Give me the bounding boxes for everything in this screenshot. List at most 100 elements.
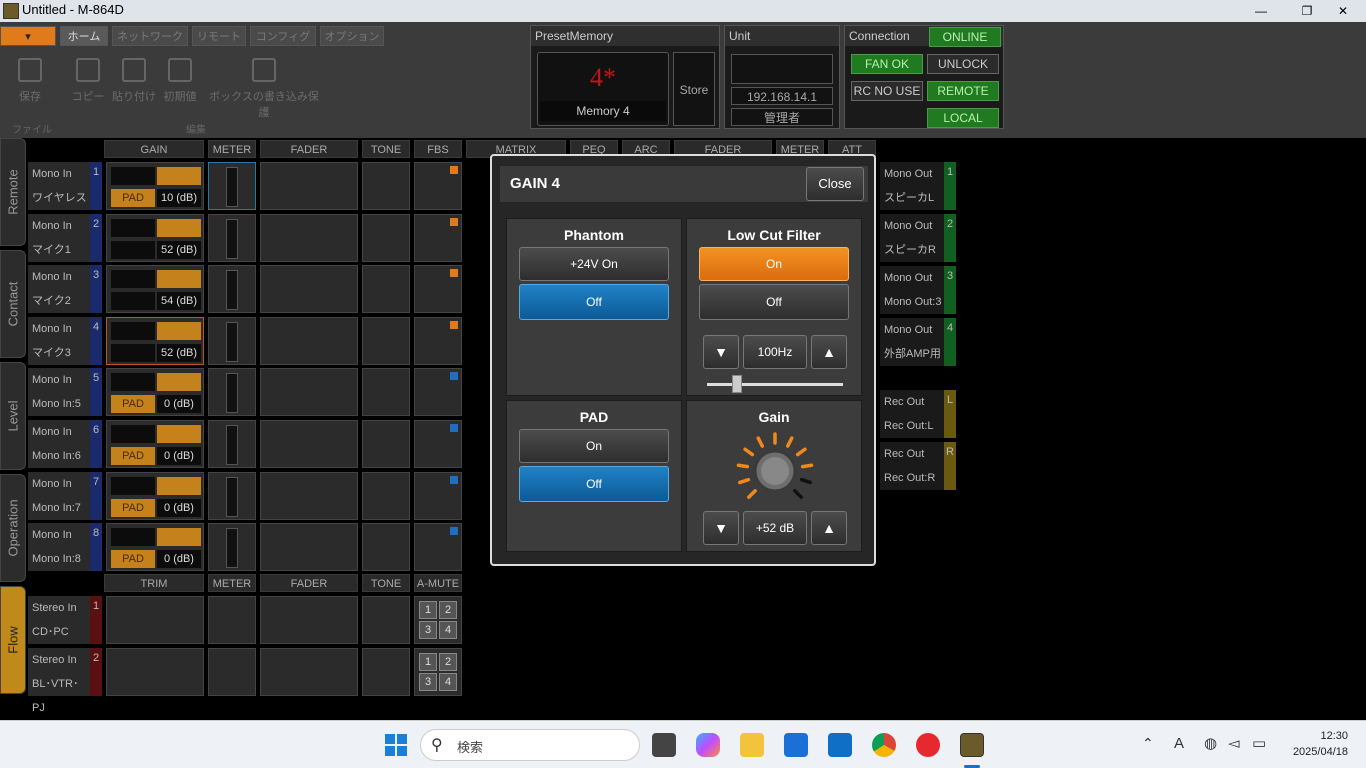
input-fader-cell[interactable] [260, 523, 358, 572]
input-channel-label[interactable]: Mono In Mono In:8 8 [28, 523, 102, 572]
input-channel-label[interactable]: Mono In Mono In:7 7 [28, 471, 102, 520]
amute-button[interactable]: 1 [419, 653, 437, 671]
input-tone-cell[interactable] [362, 420, 410, 468]
input-tone-cell[interactable] [362, 471, 410, 520]
clock-date[interactable]: 2025/04/18 [1282, 746, 1348, 758]
input-meter-cell[interactable] [208, 368, 256, 417]
side-tab-remote[interactable]: Remote [0, 138, 26, 246]
minimize-button[interactable]: — [1238, 0, 1284, 22]
output-channel-label[interactable]: Mono Out 外部AMP用 4 [880, 318, 956, 366]
gain-up-button[interactable]: ▲ [811, 511, 847, 545]
input-gain-cell[interactable]: PAD 0 (dB) [106, 471, 204, 520]
input-fbs-cell[interactable] [414, 265, 462, 314]
remote-button[interactable]: REMOTE [927, 81, 999, 101]
stereo-tone-cell[interactable] [362, 648, 410, 696]
stereo-meter-cell[interactable] [208, 596, 256, 644]
stereo-meter-cell[interactable] [208, 648, 256, 696]
copilot-icon[interactable] [696, 733, 720, 757]
amute-button[interactable]: 4 [439, 621, 457, 639]
local-button[interactable]: LOCAL [927, 108, 999, 128]
lowcut-up-button[interactable]: ▲ [811, 335, 847, 369]
stereo-fader-cell[interactable] [260, 596, 358, 644]
unit-display[interactable] [731, 54, 833, 84]
output-channel-label[interactable]: Rec Out Rec Out:L L [880, 390, 956, 438]
task-view-icon[interactable] [652, 733, 676, 757]
input-tone-cell[interactable] [362, 213, 410, 262]
input-fader-cell[interactable] [260, 316, 358, 365]
preset-display[interactable]: 4* Memory 4 [537, 52, 669, 126]
input-tone-cell[interactable] [362, 523, 410, 572]
lowcut-slider-thumb[interactable] [731, 375, 742, 393]
tab-options[interactable]: オプション [320, 26, 384, 46]
start-button[interactable] [384, 733, 408, 757]
tab-home[interactable]: ホーム [60, 26, 108, 46]
output-channel-label[interactable]: Mono Out スピーカR 2 [880, 214, 956, 262]
ime-indicator[interactable]: A [1174, 735, 1184, 752]
output-channel-label[interactable]: Rec Out Rec Out:R R [880, 442, 956, 490]
pad-off-button[interactable]: Off [519, 466, 669, 502]
input-meter-cell[interactable] [208, 316, 256, 365]
amute-button[interactable]: 2 [439, 653, 457, 671]
input-meter-cell[interactable] [208, 420, 256, 468]
input-channel-label[interactable]: Mono In マイク2 3 [28, 265, 102, 314]
input-fader-cell[interactable] [260, 471, 358, 520]
stereo-amute-cell[interactable]: 1234 [414, 648, 462, 696]
save-button[interactable]: 保存 [6, 58, 54, 104]
paste-button[interactable]: 貼り付け [110, 58, 158, 104]
stereo-amute-cell[interactable]: 1234 [414, 596, 462, 644]
input-gain-cell[interactable]: PAD 0 (dB) [106, 420, 204, 468]
clock-time[interactable]: 12:30 [1306, 730, 1348, 742]
tab-config[interactable]: コンフィグ [250, 26, 316, 46]
stereo-channel-label[interactable]: Stereo In BL･VTR･PJ 2 [28, 648, 102, 714]
chrome-icon[interactable] [872, 733, 896, 757]
output-channel-label[interactable]: Mono Out スピーカL 1 [880, 162, 956, 210]
input-fbs-cell[interactable] [414, 368, 462, 417]
stereo-trim-cell[interactable] [106, 648, 204, 696]
input-fbs-cell[interactable] [414, 523, 462, 572]
input-fader-cell[interactable] [260, 265, 358, 314]
input-tone-cell[interactable] [362, 368, 410, 417]
input-gain-cell[interactable]: PAD 0 (dB) [106, 368, 204, 417]
input-fbs-cell[interactable] [414, 316, 462, 365]
input-fbs-cell[interactable] [414, 162, 462, 210]
input-gain-cell[interactable]: 52 (dB) [106, 316, 204, 365]
side-tab-flow[interactable]: Flow [0, 586, 26, 694]
copy-button[interactable]: コピー [64, 58, 112, 104]
input-gain-cell[interactable]: 54 (dB) [106, 265, 204, 314]
side-tab-contact[interactable]: Contact [0, 250, 26, 358]
input-gain-cell[interactable]: PAD 10 (dB) [106, 162, 204, 210]
input-fbs-cell[interactable] [414, 471, 462, 520]
write-protect-button[interactable]: ボックスの書き込み保護 [204, 58, 324, 120]
tab-remote[interactable]: リモート [192, 26, 246, 46]
input-tone-cell[interactable] [362, 265, 410, 314]
amute-button[interactable]: 2 [439, 601, 457, 619]
input-fader-cell[interactable] [260, 420, 358, 468]
input-fbs-cell[interactable] [414, 213, 462, 262]
phantom-off-button[interactable]: Off [519, 284, 669, 320]
lowcut-on-button[interactable]: On [699, 247, 849, 281]
input-fbs-cell[interactable] [414, 420, 462, 468]
input-meter-cell[interactable] [208, 523, 256, 572]
chevron-up-icon[interactable]: ⌃ [1142, 735, 1154, 752]
stereo-channel-label[interactable]: Stereo In CD･PC 1 [28, 596, 102, 644]
input-meter-cell[interactable] [208, 265, 256, 314]
input-tone-cell[interactable] [362, 162, 410, 210]
input-channel-label[interactable]: Mono In マイク3 4 [28, 316, 102, 365]
input-channel-label[interactable]: Mono In Mono In:6 6 [28, 420, 102, 468]
pad-on-button[interactable]: On [519, 429, 669, 463]
store-button[interactable]: Store [673, 52, 715, 126]
file-explorer-icon[interactable] [740, 733, 764, 757]
lowcut-slider-track[interactable] [707, 383, 843, 386]
stereo-fader-cell[interactable] [260, 648, 358, 696]
gain-down-button[interactable]: ▼ [703, 511, 739, 545]
input-fader-cell[interactable] [260, 368, 358, 417]
vivaldi-icon[interactable] [916, 733, 940, 757]
lowcut-off-button[interactable]: Off [699, 284, 849, 320]
app-menu-tab[interactable]: ▾ [0, 26, 56, 46]
input-gain-cell[interactable]: 52 (dB) [106, 213, 204, 262]
input-tone-cell[interactable] [362, 316, 410, 365]
outlook-icon[interactable] [828, 733, 852, 757]
stereo-trim-cell[interactable] [106, 596, 204, 644]
taskbar-search[interactable]: ⚲ 検索 [420, 729, 640, 761]
amute-button[interactable]: 3 [419, 673, 437, 691]
